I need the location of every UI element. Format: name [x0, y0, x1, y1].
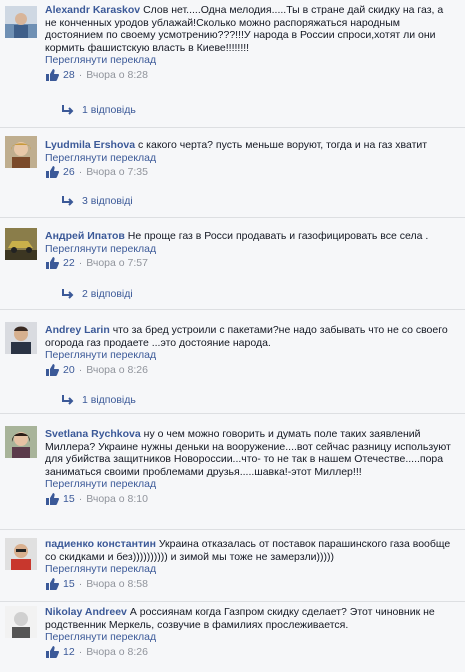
- comment-author[interactable]: Андрей Ипатов: [45, 230, 125, 242]
- person-icon: [5, 322, 37, 354]
- like-count[interactable]: 28: [63, 69, 75, 82]
- comment-feed: Alexandr Karaskov Слов нет.....Одна мело…: [0, 0, 465, 672]
- replies-count[interactable]: 1 відповідь: [82, 104, 136, 116]
- person-icon: [5, 136, 37, 168]
- separator: ·: [78, 492, 83, 505]
- avatar[interactable]: [5, 606, 37, 638]
- comment-meta: 20 · Вчора о 8:26: [45, 364, 457, 377]
- timestamp[interactable]: Вчора о 7:57: [86, 257, 148, 270]
- replies-count[interactable]: 1 відповідь: [82, 394, 136, 406]
- replies-link[interactable]: 2 відповіді: [60, 288, 133, 300]
- replies-link[interactable]: 1 відповідь: [60, 104, 136, 116]
- comment-meta: 26 · Вчора о 7:35: [45, 166, 457, 179]
- see-translation-link[interactable]: Переглянути переклад: [45, 563, 457, 576]
- replies-link[interactable]: 3 відповіді: [60, 195, 133, 207]
- like-count[interactable]: 22: [63, 257, 75, 270]
- comment-author[interactable]: Lyudmila Ershova: [45, 139, 135, 151]
- timestamp[interactable]: Вчора о 8:26: [86, 364, 148, 377]
- person-icon: [5, 6, 37, 38]
- replies-link[interactable]: 1 відповідь: [60, 394, 136, 406]
- reply-arrow-icon: [62, 105, 74, 115]
- comment: Lyudmila Ershova с какого черта? пусть м…: [0, 128, 465, 218]
- separator: ·: [78, 257, 83, 269]
- comment-author[interactable]: падиенко константин: [45, 538, 156, 550]
- thumbs-up-icon[interactable]: [45, 363, 59, 376]
- replies-count[interactable]: 2 відповіді: [82, 288, 133, 300]
- comment-author[interactable]: Andrey Larin: [45, 324, 110, 336]
- comment-meta: 22 · Вчора о 7:57: [45, 257, 457, 270]
- comment-meta: 15 · Вчора о 8:10: [45, 493, 457, 506]
- comment-meta: 15 · Вчора о 8:58: [45, 578, 457, 591]
- avatar[interactable]: [5, 6, 37, 38]
- see-translation-link[interactable]: Переглянути переклад: [45, 243, 457, 256]
- timestamp[interactable]: Вчора о 8:26: [86, 646, 148, 659]
- comment: Svetlana Rychkova ну о чем можно говорит…: [0, 414, 465, 530]
- like-count[interactable]: 15: [63, 493, 75, 506]
- see-translation-link[interactable]: Переглянути переклад: [45, 478, 457, 491]
- comment: Андрей Ипатов Не проще газ в Росси прода…: [0, 218, 465, 310]
- separator: ·: [78, 577, 83, 590]
- see-translation-link[interactable]: Переглянути переклад: [45, 631, 457, 644]
- reply-arrow-icon: [62, 289, 74, 299]
- comment-author[interactable]: Svetlana Rychkova: [45, 428, 141, 440]
- comment: Alexandr Karaskov Слов нет.....Одна мело…: [0, 0, 465, 128]
- timestamp[interactable]: Вчора о 8:58: [86, 578, 148, 591]
- like-count[interactable]: 12: [63, 646, 75, 659]
- person-icon: [5, 426, 37, 458]
- avatar[interactable]: [5, 426, 37, 458]
- reply-arrow-icon: [62, 196, 74, 206]
- person-icon: [5, 606, 37, 638]
- comment-meta: 28 · Вчора о 8:28: [45, 69, 457, 82]
- separator: ·: [78, 645, 83, 658]
- timestamp[interactable]: Вчора о 8:28: [86, 69, 148, 82]
- comment: Andrey Larin что за бред устроили с паке…: [0, 310, 465, 414]
- thumbs-up-icon[interactable]: [45, 166, 59, 179]
- comment-text: с какого черта? пусть меньше воруют, тог…: [137, 139, 428, 151]
- thumbs-up-icon[interactable]: [45, 257, 59, 270]
- timestamp[interactable]: Вчора о 8:10: [86, 493, 148, 506]
- comment: падиенко константин Украина отказалась о…: [0, 530, 465, 602]
- timestamp[interactable]: Вчора о 7:35: [86, 166, 148, 179]
- reply-arrow-icon: [62, 395, 74, 405]
- avatar[interactable]: [5, 538, 37, 570]
- comment-text: Не проще газ в Росси продавать и газофиц…: [127, 230, 429, 242]
- car-icon: [5, 228, 37, 260]
- thumbs-up-icon[interactable]: [45, 645, 59, 658]
- comment-meta: 12 · Вчора о 8:26: [45, 646, 457, 659]
- comment-author[interactable]: Nikolay Andreev: [45, 606, 127, 618]
- like-count[interactable]: 26: [63, 166, 75, 179]
- thumbs-up-icon[interactable]: [45, 492, 59, 505]
- avatar[interactable]: [5, 322, 37, 354]
- replies-count[interactable]: 3 відповіді: [82, 195, 133, 207]
- see-translation-link[interactable]: Переглянути переклад: [45, 54, 457, 67]
- comment: Nikolay Andreev А россиянам когда Газпро…: [0, 602, 465, 672]
- avatar[interactable]: [5, 136, 37, 168]
- see-translation-link[interactable]: Переглянути переклад: [45, 152, 457, 165]
- see-translation-link[interactable]: Переглянути переклад: [45, 349, 457, 362]
- thumbs-up-icon[interactable]: [45, 68, 59, 81]
- separator: ·: [78, 68, 83, 81]
- like-count[interactable]: 15: [63, 578, 75, 591]
- avatar[interactable]: [5, 228, 37, 260]
- comment-author[interactable]: Alexandr Karaskov: [45, 4, 140, 16]
- person-icon: [5, 538, 37, 570]
- thumbs-up-icon[interactable]: [45, 577, 59, 590]
- separator: ·: [78, 166, 83, 178]
- separator: ·: [78, 363, 83, 376]
- like-count[interactable]: 20: [63, 364, 75, 377]
